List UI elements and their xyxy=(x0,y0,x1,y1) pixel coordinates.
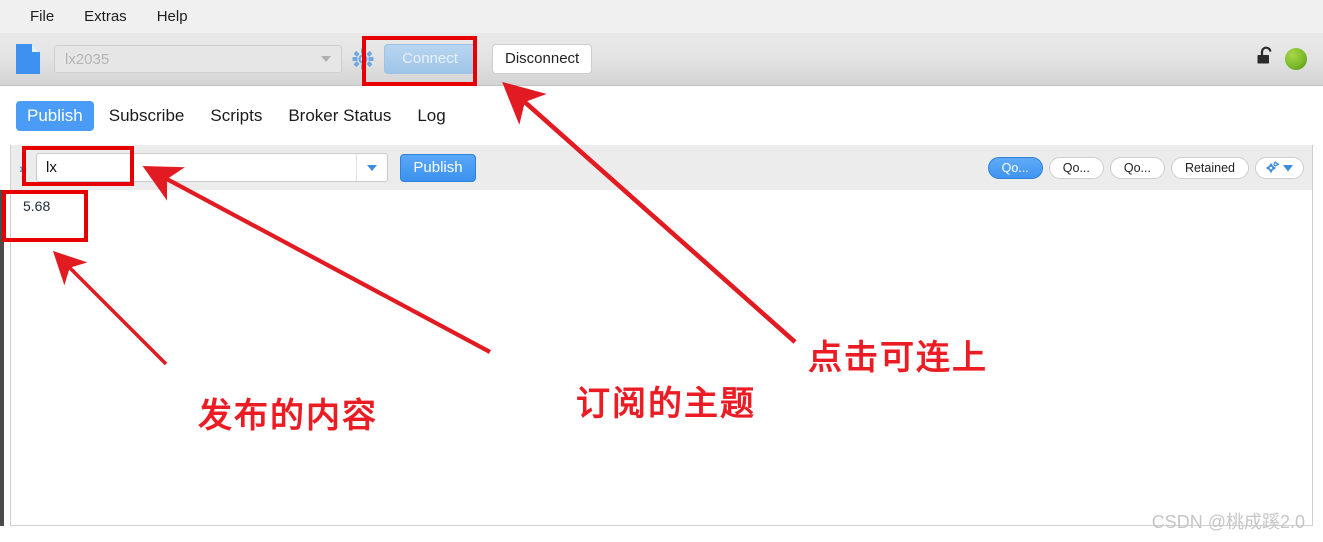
chevron-double-right-icon[interactable]: » xyxy=(14,160,32,176)
publish-toolbar: » lx Publish Qo... Qo... Qo... Retained xyxy=(10,145,1313,190)
tab-publish[interactable]: Publish xyxy=(16,100,94,131)
tab-broker-status[interactable]: Broker Status xyxy=(277,101,402,131)
qos-option-0[interactable]: Qo... xyxy=(987,156,1043,179)
message-list: 5.68 xyxy=(10,190,1313,526)
document-icon[interactable] xyxy=(16,44,40,74)
connect-button[interactable]: Connect xyxy=(384,44,476,74)
menu-item-help[interactable]: Help xyxy=(145,5,200,28)
toolbar-status-group xyxy=(1255,46,1307,73)
topic-input[interactable]: lx xyxy=(36,153,388,182)
gears-dropdown-icon[interactable] xyxy=(1255,156,1304,179)
csdn-watermark: CSDN @桃成蹊2.0 xyxy=(1151,512,1305,532)
unlock-icon[interactable] xyxy=(1255,46,1277,73)
connection-toolbar: lx2035 Connect Disconnect xyxy=(0,33,1323,86)
qos-option-1[interactable]: Qo... xyxy=(1048,156,1104,179)
chevron-down-icon[interactable] xyxy=(356,154,387,181)
tab-log[interactable]: Log xyxy=(406,101,456,131)
pane-scroll-spine[interactable] xyxy=(0,190,4,526)
topic-input-value: lx xyxy=(46,159,57,176)
mqtt-client-window: File Extras Help lx2035 Connect Disconne… xyxy=(0,0,1323,542)
publish-button[interactable]: Publish xyxy=(400,153,476,182)
green-status-dot xyxy=(1285,48,1307,70)
menu-item-extras[interactable]: Extras xyxy=(72,5,139,28)
gear-icon[interactable] xyxy=(352,48,374,70)
disconnect-button[interactable]: Disconnect xyxy=(492,44,593,74)
list-item[interactable]: 5.68 xyxy=(11,190,1312,214)
menu-item-file[interactable]: File xyxy=(18,5,66,28)
retained-option[interactable]: Retained xyxy=(1170,156,1249,179)
connection-value: lx2035 xyxy=(65,50,110,68)
qos-option-2[interactable]: Qo... xyxy=(1109,156,1165,179)
publish-options-group: Qo... Qo... Qo... Retained xyxy=(987,156,1304,179)
connection-select[interactable]: lx2035 xyxy=(54,45,342,73)
tab-bar: Publish Subscribe Scripts Broker Status … xyxy=(0,86,1323,145)
menu-bar: File Extras Help xyxy=(0,0,1323,33)
tab-scripts[interactable]: Scripts xyxy=(199,101,273,131)
tab-subscribe[interactable]: Subscribe xyxy=(98,101,196,131)
chevron-down-icon xyxy=(321,56,331,62)
